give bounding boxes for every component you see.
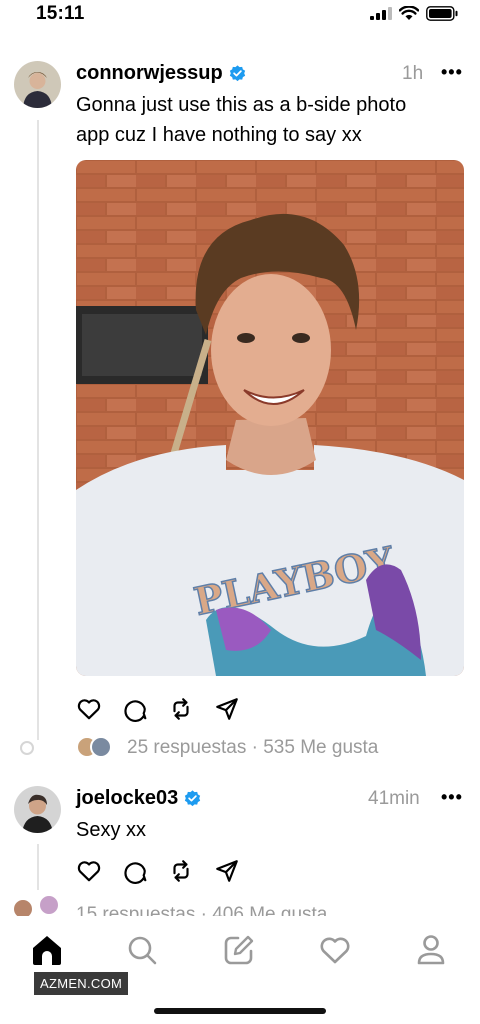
share-icon[interactable] — [214, 858, 240, 884]
heart-icon[interactable] — [76, 858, 102, 884]
home-indicator[interactable] — [154, 1008, 326, 1014]
search-icon[interactable] — [126, 934, 158, 966]
nav-search[interactable] — [124, 932, 160, 968]
post-text-line1: Gonna just use this as a b-side photo — [76, 94, 407, 116]
share-icon[interactable] — [214, 696, 240, 722]
username-text[interactable]: connorwjessup — [76, 62, 223, 85]
verified-badge-icon — [185, 790, 201, 807]
post-text-line2: app cuz I have nothing to say xx — [76, 124, 362, 146]
comment-icon[interactable] — [122, 696, 148, 722]
thread-line — [37, 120, 39, 740]
wifi-icon — [399, 6, 419, 20]
reply-avatar[interactable] — [14, 786, 61, 833]
reply-actions — [76, 858, 240, 884]
thread-end-icon — [20, 741, 34, 755]
avatar[interactable] — [14, 61, 61, 108]
replier-avatar — [90, 736, 112, 758]
battery-icon — [426, 6, 458, 21]
more-options-button[interactable]: ••• — [441, 62, 463, 83]
reply-timestamp: 41min — [368, 788, 420, 809]
nav-compose[interactable] — [221, 932, 257, 968]
nav-home[interactable] — [29, 932, 65, 968]
compose-icon[interactable] — [223, 934, 255, 966]
nav-profile[interactable] — [413, 932, 449, 968]
activity-icon[interactable] — [319, 935, 351, 965]
post-photo[interactable]: PLAYBOY — [76, 160, 464, 676]
status-bar: 15:11 — [0, 0, 480, 30]
nav-activity[interactable] — [317, 932, 353, 968]
replier-avatar — [38, 894, 60, 916]
home-icon[interactable] — [30, 934, 64, 966]
reply-more-options-button[interactable]: ••• — [441, 787, 463, 808]
replier-avatars — [76, 736, 112, 758]
heart-icon[interactable] — [76, 696, 102, 722]
post-username[interactable]: connorwjessup — [76, 62, 246, 85]
post-stats[interactable]: 25 respuestas · 535 Me gusta — [127, 737, 378, 759]
reply-username-text[interactable]: joelocke03 — [76, 787, 178, 810]
repost-icon[interactable] — [168, 858, 194, 884]
profile-icon[interactable] — [416, 934, 446, 966]
comment-icon[interactable] — [122, 858, 148, 884]
post-timestamp: 1h — [402, 63, 424, 84]
reply-text: Sexy xx — [76, 819, 147, 841]
signal-icon — [370, 7, 392, 20]
status-icons — [370, 6, 458, 21]
reply-thread-line — [37, 844, 39, 890]
status-time: 15:11 — [36, 3, 85, 24]
verified-badge-icon — [229, 65, 245, 82]
post-actions — [76, 696, 240, 722]
reply-username[interactable]: joelocke03 — [76, 787, 201, 810]
watermark: AZMEN.COM — [34, 972, 129, 995]
repost-icon[interactable] — [168, 696, 194, 722]
